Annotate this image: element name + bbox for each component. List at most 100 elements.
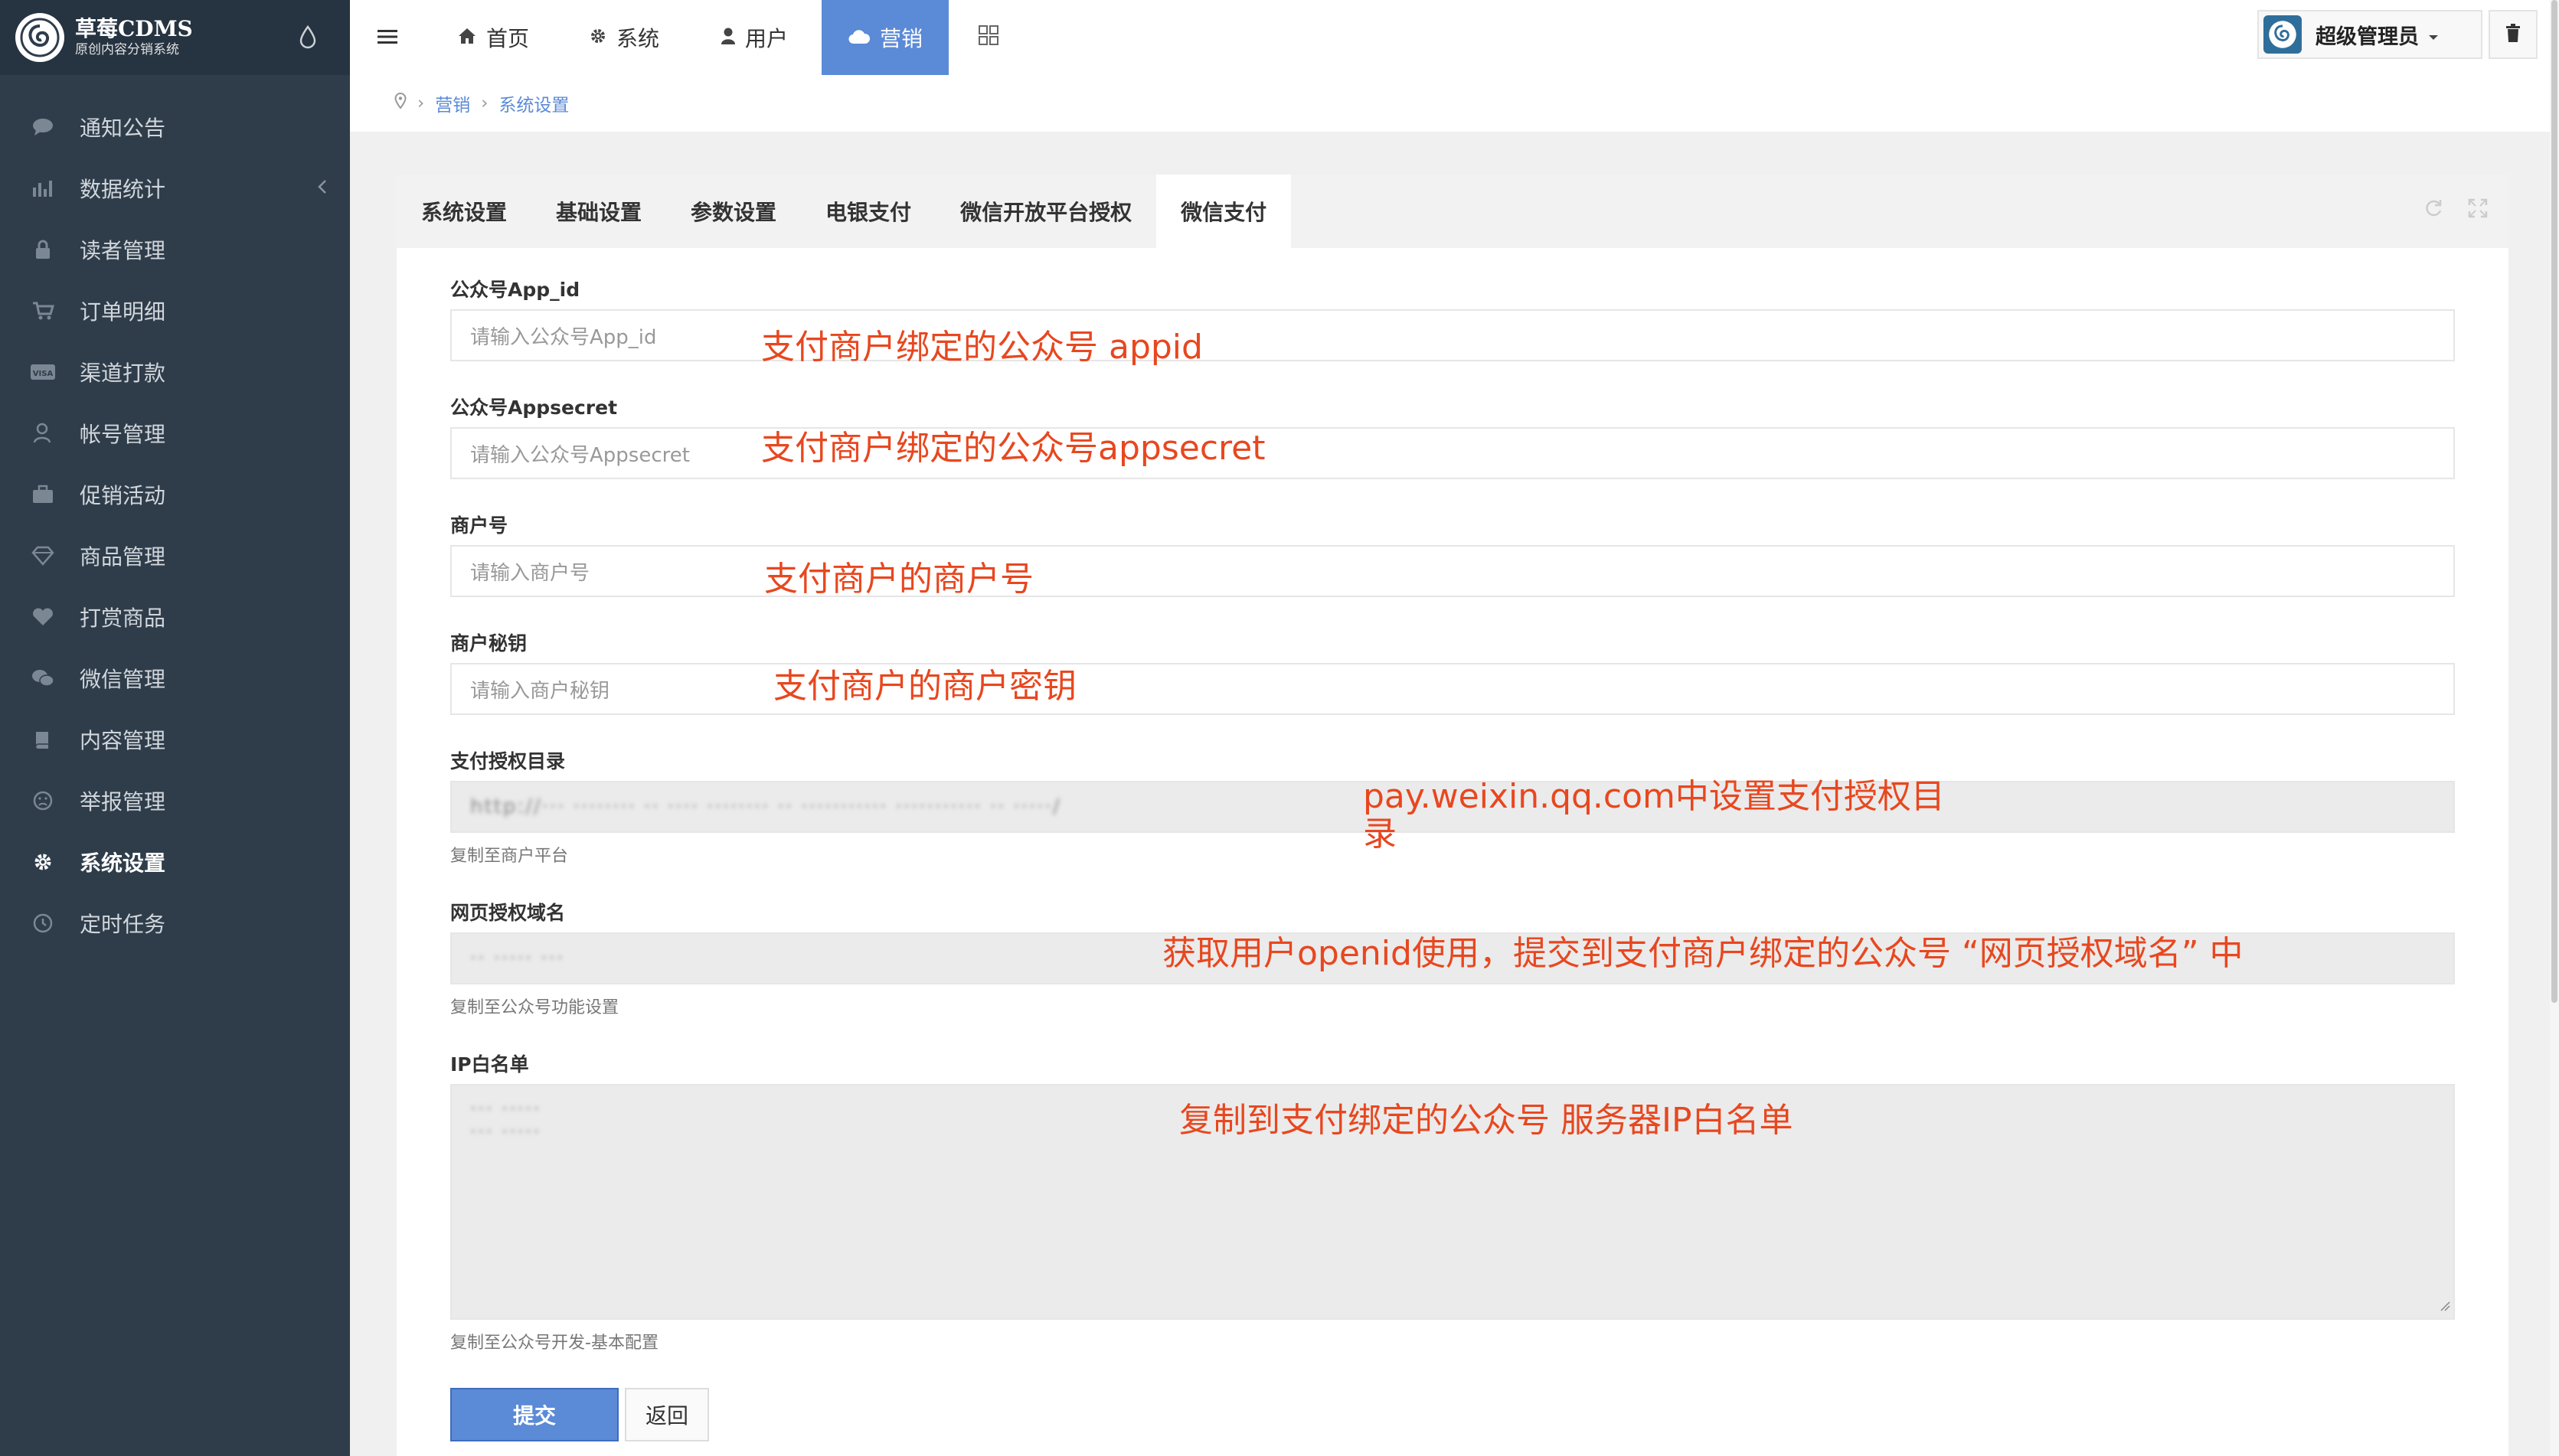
- nav-system[interactable]: 系统: [589, 0, 659, 75]
- merchant-no-input[interactable]: 请输入商户号: [450, 545, 2455, 597]
- tab-system-settings[interactable]: 系统设置: [397, 175, 531, 248]
- diamond-icon: [29, 542, 57, 570]
- appsecret-input[interactable]: 请输入公众号Appsecret: [450, 427, 2455, 479]
- logo-icon: [15, 13, 64, 62]
- nav-marketing-label: 营销: [879, 26, 923, 51]
- grid-icon: [978, 24, 1008, 51]
- refresh-icon[interactable]: [2423, 198, 2444, 222]
- menu-toggle-button[interactable]: [377, 0, 407, 75]
- sidebar-item-label: 定时任务: [80, 912, 166, 937]
- nav-marketing[interactable]: 营销: [822, 0, 949, 75]
- app-id-input[interactable]: 请输入公众号App_id: [450, 309, 2455, 361]
- sidebar-item-rewards[interactable]: 打赏商品: [0, 586, 350, 648]
- sidebar-item-content[interactable]: 内容管理: [0, 709, 350, 770]
- page-scrollbar[interactable]: [2550, 0, 2559, 1456]
- user-icon: [721, 25, 745, 51]
- tab-dianyin-pay[interactable]: 电银支付: [801, 175, 936, 248]
- merchant-no-label: 商户号: [450, 514, 508, 537]
- chevron-left-icon: [316, 176, 328, 203]
- cart-icon: [29, 297, 57, 325]
- bar-chart-icon: [29, 175, 57, 202]
- logo-title: 草莓CDMS: [75, 16, 193, 41]
- resize-handle-icon[interactable]: [2440, 1294, 2450, 1317]
- top-navbar: 首页 系统 用户 营销: [350, 0, 2559, 75]
- sidebar-item-label: 商品管理: [80, 544, 166, 570]
- ip-whitelist-help: 复制至公众号开发-基本配置: [450, 1334, 659, 1353]
- clear-cache-button[interactable]: [2489, 10, 2538, 59]
- pay-dir-value: http://··· ········ ·· ···· ········ ·· …: [470, 795, 1061, 818]
- sidebar-item-label: 微信管理: [80, 667, 166, 692]
- back-button[interactable]: 返回: [625, 1388, 709, 1441]
- sidebar-item-products[interactable]: 商品管理: [0, 525, 350, 586]
- annotation-appsecret: 支付商户绑定的公众号appsecret: [761, 429, 1266, 468]
- auth-domain-label: 网页授权域名: [450, 902, 566, 924]
- nav-home-label: 首页: [486, 26, 530, 51]
- chat-bubble-icon: [29, 113, 57, 141]
- sidebar: 草莓CDMS 原创内容分销系统 通知公告 数据统计 读者管理 订单明细 VISA…: [0, 0, 350, 1456]
- hamburger-icon: [377, 25, 407, 51]
- sidebar-item-label: 订单明细: [80, 299, 166, 325]
- tab-basic-settings[interactable]: 基础设置: [531, 175, 666, 248]
- sidebar-item-label: 渠道打款: [80, 361, 166, 386]
- sidebar-item-label: 通知公告: [80, 116, 166, 141]
- sidebar-item-readers[interactable]: 读者管理: [0, 219, 350, 280]
- sidebar-item-payout[interactable]: VISA 渠道打款: [0, 341, 350, 403]
- nav-user[interactable]: 用户: [721, 0, 788, 75]
- wechat-icon: [29, 664, 57, 692]
- annotation-pay-dir-line1: pay.weixin.qq.com中设置支付授权目: [1363, 777, 1945, 816]
- sidebar-item-label: 内容管理: [80, 728, 166, 753]
- merchant-key-input[interactable]: 请输入商户秘钥: [450, 663, 2455, 715]
- sidebar-item-label: 帐号管理: [80, 422, 166, 447]
- app-id-label: 公众号App_id: [450, 279, 580, 301]
- field-app-id: 公众号App_id 请输入公众号App_id: [450, 277, 2455, 361]
- merchant-key-label: 商户秘钥: [450, 632, 528, 655]
- gear-icon: [29, 848, 57, 876]
- annotation-auth-domain: 获取用户openid使用，提交到支付商户绑定的公众号 “网页授权域名” 中: [1162, 934, 2244, 973]
- admin-label: 超级管理员: [2316, 24, 2419, 49]
- sidebar-item-reports[interactable]: 举报管理: [0, 770, 350, 831]
- sidebar-item-cron[interactable]: 定时任务: [0, 893, 350, 954]
- sidebar-item-promotions[interactable]: 促销活动: [0, 464, 350, 525]
- heart-icon: [29, 603, 57, 631]
- annotation-merchant-no: 支付商户的商户号: [764, 560, 1034, 599]
- caret-down-icon: [2428, 23, 2439, 47]
- ip-whitelist-label: IP白名单: [450, 1053, 529, 1076]
- scrollbar-thumb[interactable]: [2551, 0, 2557, 1003]
- sidebar-item-orders[interactable]: 订单明细: [0, 280, 350, 341]
- fullscreen-icon[interactable]: [2467, 198, 2489, 222]
- sidebar-item-accounts[interactable]: 帐号管理: [0, 403, 350, 464]
- sidebar-item-settings[interactable]: 系统设置: [0, 831, 350, 893]
- admin-dropdown[interactable]: 超级管理员: [2257, 10, 2482, 59]
- tab-wechat-pay[interactable]: 微信支付: [1156, 175, 1292, 248]
- tab-wechat-open-platform[interactable]: 微信开放平台授权: [936, 175, 1156, 248]
- sidebar-item-wechat[interactable]: 微信管理: [0, 648, 350, 709]
- sidebar-item-notice[interactable]: 通知公告: [0, 96, 350, 158]
- breadcrumb-link-marketing[interactable]: 营销: [435, 90, 470, 116]
- visa-card-icon: VISA: [29, 358, 57, 386]
- logo-bar: 草莓CDMS 原创内容分销系统: [0, 0, 350, 75]
- theme-drop-icon[interactable]: [298, 24, 318, 52]
- sidebar-item-label: 系统设置: [80, 850, 166, 876]
- submit-button[interactable]: 提交: [450, 1388, 619, 1441]
- cloud-icon: [848, 25, 880, 51]
- annotation-ip-whitelist: 复制到支付绑定的公众号 服务器IP白名单: [1179, 1101, 1793, 1140]
- sidebar-item-label: 数据统计: [80, 177, 166, 202]
- field-appsecret: 公众号Appsecret 请输入公众号Appsecret: [450, 395, 2455, 479]
- sidebar-item-label: 读者管理: [80, 238, 166, 263]
- auth-domain-value: ·· ····· ···: [470, 947, 565, 970]
- location-pin-icon: [394, 92, 407, 114]
- breadcrumb-separator: ›: [481, 93, 489, 113]
- tab-parameter-settings[interactable]: 参数设置: [666, 175, 801, 248]
- breadcrumb-link-settings[interactable]: 系统设置: [498, 90, 569, 116]
- apps-grid-button[interactable]: [978, 0, 1008, 75]
- nav-home[interactable]: 首页: [457, 0, 529, 75]
- breadcrumb-separator: ›: [417, 93, 425, 113]
- appsecret-label: 公众号Appsecret: [450, 397, 618, 419]
- sidebar-item-stats[interactable]: 数据统计: [0, 158, 350, 219]
- user-icon: [29, 419, 57, 447]
- nav-system-label: 系统: [616, 26, 660, 51]
- avatar: [2263, 15, 2302, 54]
- trash-icon: [2505, 23, 2521, 46]
- lock-icon: [29, 236, 57, 263]
- field-ip-whitelist: IP白名单 ··· ····· ··· ····· 复制至公众号开发-基本配置: [450, 1052, 2455, 1353]
